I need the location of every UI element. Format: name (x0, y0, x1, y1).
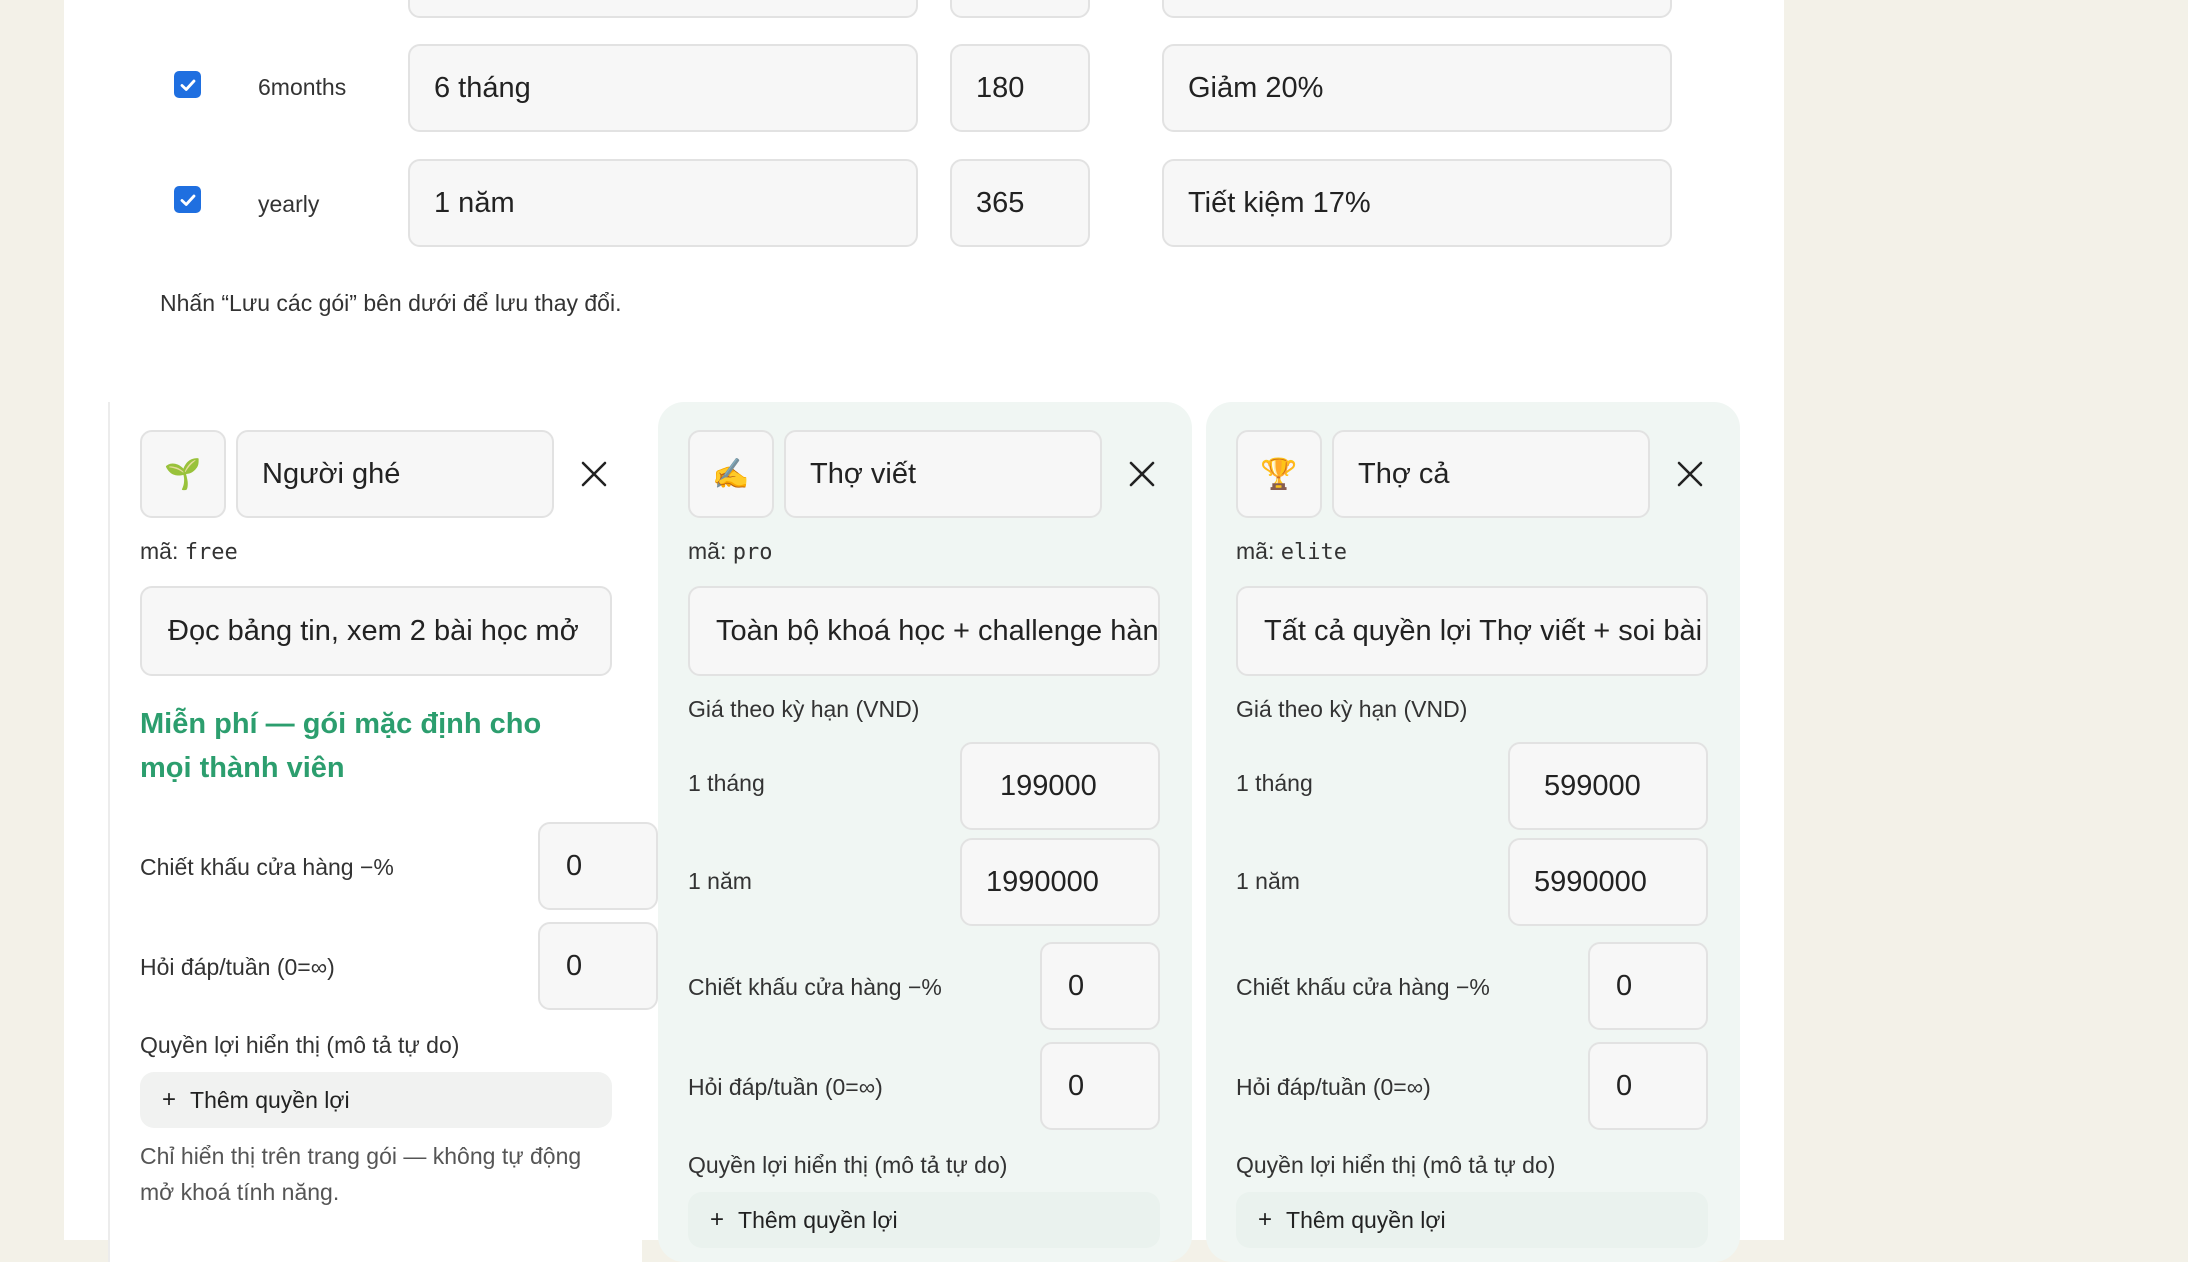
plan-description-input[interactable]: Toàn bộ khoá học + challenge hàng tuần (688, 586, 1160, 676)
plans-settings-page: 6months 6 tháng 180 Giảm 20% yearly 1 nă… (64, 0, 1784, 1262)
plan-emoji-picker[interactable]: 🏆 (1236, 430, 1322, 518)
term-label-input[interactable]: 6 tháng (408, 44, 918, 132)
plan-code-prefix: mã: (1236, 538, 1275, 564)
price-input[interactable]: 199000 (960, 742, 1160, 830)
plus-icon: + (710, 1206, 725, 1233)
trophy-icon: 🏆 (1260, 457, 1298, 491)
store-discount-label: Chiết khấu cửa hàng −% (1236, 974, 1490, 1000)
plan-card-pro: ✍️ Thợ viết mã: pro Toàn bộ khoá học + c… (658, 402, 1192, 1262)
plan-code: mã: elite (1236, 538, 1347, 565)
free-plan-note: Miễn phí — gói mặc định cho mọi thành vi… (140, 708, 542, 784)
qa-per-week-label: Hỏi đáp/tuần (0=∞) (140, 954, 335, 980)
writing-hand-icon: ✍️ (712, 457, 750, 491)
plan-code-prefix: mã: (688, 538, 727, 564)
plan-name-input[interactable]: Thợ cả (1332, 430, 1650, 518)
term-row: 6months 6 tháng 180 Giảm 20% (64, 44, 1784, 134)
plan-name-input[interactable]: Thợ viết (784, 430, 1102, 518)
price-input[interactable]: 1990000 (960, 838, 1160, 926)
price-input[interactable]: 5990000 (1508, 838, 1708, 926)
price-heading: Giá theo kỳ hạn (VND) (688, 696, 920, 722)
add-perk-label: Thêm quyền lợi (738, 1206, 898, 1233)
term-label-input[interactable]: 1 năm (408, 159, 918, 247)
check-icon (180, 194, 195, 206)
price-input[interactable]: 599000 (1508, 742, 1708, 830)
qa-per-week-input[interactable]: 0 (1588, 1042, 1708, 1130)
plan-code: mã: free (140, 538, 238, 565)
close-icon (1129, 461, 1155, 487)
plan-description-input[interactable]: Đọc bảng tin, xem 2 bài học mở (140, 586, 612, 676)
perks-label: Quyền lợi hiển thị (mô tả tự do) (140, 1032, 460, 1058)
plus-icon: + (162, 1086, 177, 1113)
term-badge-input[interactable]: Giảm 20% (1162, 44, 1672, 132)
store-discount-input[interactable]: 0 (1040, 942, 1160, 1030)
plan-code-value: pro (732, 540, 773, 565)
term-days-input-partial[interactable] (950, 0, 1090, 18)
plan-emoji-picker[interactable]: ✍️ (688, 430, 774, 518)
perks-label: Quyền lợi hiển thị (mô tả tự do) (688, 1152, 1008, 1178)
term-code: 6months (258, 74, 347, 100)
price-term-label: 1 năm (1236, 868, 1300, 894)
add-perk-label: Thêm quyền lợi (190, 1086, 350, 1113)
price-term-label: 1 tháng (1236, 770, 1313, 796)
remove-plan-button[interactable] (572, 452, 616, 496)
plan-emoji-picker[interactable]: 🌱 (140, 430, 226, 518)
plan-card-elite: 🏆 Thợ cả mã: elite Tất cả quyền lợi Thợ … (1206, 402, 1740, 1262)
seedling-icon: 🌱 (164, 457, 202, 491)
perks-helper-text: Chỉ hiển thị trên trang gói — không tự đ… (140, 1143, 582, 1205)
price-term-label: 1 năm (688, 868, 752, 894)
check-icon (180, 79, 195, 91)
plan-description-input[interactable]: Tất cả quyền lợi Thợ viết + soi bài 1-1 (1236, 586, 1708, 676)
plan-name-input[interactable]: Người ghé (236, 430, 554, 518)
store-discount-input[interactable]: 0 (1588, 942, 1708, 1030)
qa-per-week-input[interactable]: 0 (1040, 1042, 1160, 1130)
term-badge-input[interactable]: Tiết kiệm 17% (1162, 159, 1672, 247)
store-discount-label: Chiết khấu cửa hàng −% (688, 974, 942, 1000)
plan-code-value: free (184, 540, 238, 565)
term-label-input-partial[interactable] (408, 0, 918, 18)
price-heading: Giá theo kỳ hạn (VND) (1236, 696, 1468, 722)
term-days-input[interactable]: 365 (950, 159, 1090, 247)
term-days-input[interactable]: 180 (950, 44, 1090, 132)
qa-per-week-label: Hỏi đáp/tuần (0=∞) (688, 1074, 883, 1100)
plus-icon: + (1258, 1206, 1273, 1233)
close-icon (581, 461, 607, 487)
plan-card-free: 🌱 Người ghé mã: free Đọc bảng tin, xem 2… (108, 402, 658, 1262)
remove-plan-button[interactable] (1120, 452, 1164, 496)
perks-label: Quyền lợi hiển thị (mô tả tự do) (1236, 1152, 1556, 1178)
remove-plan-button[interactable] (1668, 452, 1712, 496)
qa-per-week-label: Hỏi đáp/tuần (0=∞) (1236, 1074, 1431, 1100)
store-discount-label: Chiết khấu cửa hàng −% (140, 854, 394, 880)
term-code: yearly (258, 191, 320, 217)
add-perk-label: Thêm quyền lợi (1286, 1206, 1446, 1233)
term-row: yearly 1 năm 365 Tiết kiệm 17% (64, 159, 1784, 249)
plan-code-value: elite (1280, 540, 1347, 565)
add-perk-button[interactable]: + Thêm quyền lợi (140, 1072, 612, 1128)
save-hint: Nhấn “Lưu các gói” bên dưới để lưu thay … (160, 290, 622, 316)
qa-per-week-input[interactable]: 0 (538, 922, 658, 1010)
term-badge-input-partial[interactable] (1162, 0, 1672, 18)
price-term-label: 1 tháng (688, 770, 765, 796)
plan-code: mã: pro (688, 538, 772, 565)
store-discount-input[interactable]: 0 (538, 822, 658, 910)
term-enabled-checkbox[interactable] (174, 71, 201, 98)
plan-code-prefix: mã: (140, 538, 179, 564)
term-enabled-checkbox[interactable] (174, 186, 201, 213)
close-icon (1677, 461, 1703, 487)
